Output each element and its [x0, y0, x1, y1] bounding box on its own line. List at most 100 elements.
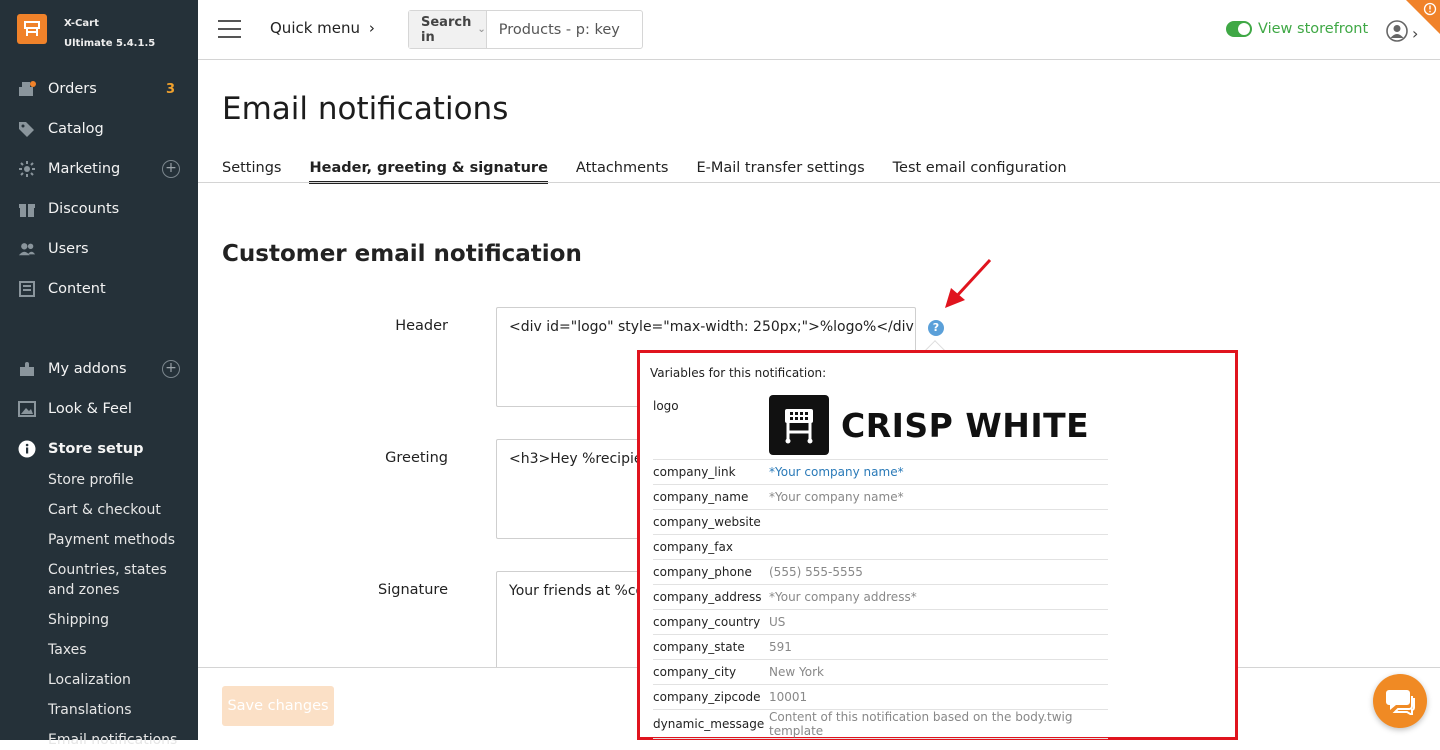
image-icon	[18, 400, 36, 418]
table-row: company_city New York	[653, 659, 1108, 685]
info-icon	[18, 440, 36, 458]
orders-count-badge: 3	[165, 81, 175, 97]
users-icon	[18, 240, 36, 258]
sidebar-item-marketing[interactable]: Marketing +	[0, 149, 198, 189]
table-row: company_state 591	[653, 634, 1108, 660]
table-row: company_name *Your company name*	[653, 484, 1108, 510]
variable-value-link[interactable]: *Your company name*	[769, 459, 1108, 485]
tabs-divider	[198, 182, 1440, 183]
tag-icon	[18, 120, 36, 138]
brand-name: X-Cart	[64, 18, 99, 29]
tab-settings[interactable]: Settings	[222, 160, 281, 184]
tab-email-transfer-settings[interactable]: E-Mail transfer settings	[696, 160, 864, 184]
variable-name: company_fax	[653, 534, 769, 560]
sidebar-subitem-email-notifications[interactable]: Email notifications	[48, 730, 177, 750]
company-logo: CRISP WHITE	[769, 395, 1108, 455]
tab-header-greeting-signature[interactable]: Header, greeting & signature	[309, 160, 548, 184]
variable-name: logo	[653, 395, 769, 460]
add-addon-icon[interactable]: +	[162, 360, 180, 378]
popup-title: Variables for this notification:	[650, 366, 827, 380]
sidebar: X-Cart Ultimate 5.4.1.5 Orders 3 Catalog…	[0, 0, 198, 748]
gift-icon	[18, 200, 36, 218]
table-row: company_address *Your company address*	[653, 584, 1108, 610]
help-question-icon[interactable]: ?	[928, 320, 944, 336]
table-row: dynamic_message Content of this notifica…	[653, 709, 1108, 739]
search-in-label: Search in	[421, 14, 472, 45]
quick-menu-label: Quick menu	[270, 19, 361, 37]
sidebar-item-label: Look & Feel	[48, 401, 132, 417]
sidebar-subitem-store-profile[interactable]: Store profile	[48, 470, 134, 490]
puzzle-icon	[18, 360, 36, 378]
chat-support-icon[interactable]	[1373, 674, 1427, 728]
table-row: company_phone (555) 555-5555	[653, 559, 1108, 585]
search-in-dropdown[interactable]: Search in ⌄	[409, 11, 487, 48]
sidebar-item-label: My addons	[48, 361, 127, 377]
variable-name: company_country	[653, 609, 769, 635]
signature-label: Signature	[378, 582, 448, 598]
sidebar-subitem-shipping[interactable]: Shipping	[48, 610, 109, 630]
variable-value: 10001	[769, 684, 1108, 710]
section-title: Customer email notification	[222, 241, 582, 267]
sidebar-subitem-payment-methods[interactable]: Payment methods	[48, 530, 175, 550]
sidebar-item-catalog[interactable]: Catalog	[0, 109, 198, 149]
chevron-right-icon: ›	[368, 19, 375, 37]
sidebar-item-look-feel[interactable]: Look & Feel	[0, 389, 198, 429]
sidebar-subitem-localization[interactable]: Localization	[48, 670, 131, 690]
page-title: Email notifications	[222, 91, 509, 127]
hamburger-menu-icon[interactable]	[218, 20, 241, 38]
sidebar-item-discounts[interactable]: Discounts	[0, 189, 198, 229]
sidebar-subitem-label: Countries, states	[48, 562, 167, 578]
sidebar-subitem-taxes[interactable]: Taxes	[48, 640, 87, 660]
sidebar-item-users[interactable]: Users	[0, 229, 198, 269]
content-icon	[18, 280, 36, 298]
variable-value	[769, 509, 1108, 535]
view-storefront-label: View storefront	[1258, 21, 1369, 37]
table-row: company_website	[653, 509, 1108, 535]
sidebar-subitem-countries[interactable]: Countries, states and zones	[48, 560, 167, 600]
greeting-label: Greeting	[385, 450, 448, 466]
save-changes-button[interactable]: Save changes	[222, 686, 334, 726]
brand-version: Ultimate 5.4.1.5	[64, 38, 156, 49]
sidebar-subitem-translations[interactable]: Translations	[48, 700, 132, 720]
xcart-logo-icon	[17, 14, 47, 44]
variable-value: 591	[769, 634, 1108, 660]
sidebar-subitem-label: and zones	[48, 582, 120, 598]
tabs: Settings Header, greeting & signature At…	[222, 160, 1095, 184]
brand[interactable]: X-Cart Ultimate 5.4.1.5	[0, 0, 198, 60]
user-avatar-icon	[1386, 20, 1408, 46]
sidebar-item-store-setup[interactable]: Store setup	[0, 429, 198, 469]
variable-value: New York	[769, 659, 1108, 685]
add-marketing-icon[interactable]: +	[162, 160, 180, 178]
storefront-toggle[interactable]	[1226, 21, 1252, 37]
sidebar-item-label: Store setup	[48, 441, 144, 457]
notification-corner-badge[interactable]	[1406, 0, 1440, 34]
topbar: Quick menu › Search in ⌄ View storefront…	[198, 0, 1440, 60]
table-row: company_zipcode 10001	[653, 684, 1108, 710]
header-label: Header	[395, 318, 448, 334]
crisp-white-logo-icon	[769, 395, 829, 455]
variable-value: US	[769, 609, 1108, 635]
search-input[interactable]	[486, 11, 680, 48]
sidebar-item-label: Catalog	[48, 121, 104, 137]
quick-menu-button[interactable]: Quick menu ›	[270, 19, 375, 37]
sidebar-item-my-addons[interactable]: My addons +	[0, 349, 198, 389]
view-storefront-link[interactable]: View storefront	[1226, 21, 1368, 37]
sidebar-item-label: Discounts	[48, 201, 120, 217]
table-row: logo CRISP WHITE	[653, 395, 1108, 460]
marketing-icon	[18, 160, 36, 178]
table-row: company_fax	[653, 534, 1108, 560]
variable-name: company_name	[653, 484, 769, 510]
sidebar-item-content[interactable]: Content	[0, 269, 198, 309]
sidebar-subitem-cart-checkout[interactable]: Cart & checkout	[48, 500, 161, 520]
table-row: company_country US	[653, 609, 1108, 635]
sidebar-item-orders[interactable]: Orders 3	[0, 69, 198, 109]
variable-value: *Your company name*	[769, 484, 1108, 510]
variable-value: (555) 555-5555	[769, 559, 1108, 585]
variable-name: company_zipcode	[653, 684, 769, 710]
search-box: Search in ⌄	[408, 10, 680, 49]
chevron-down-icon: ⌄	[477, 24, 486, 35]
tab-test-email-configuration[interactable]: Test email configuration	[893, 160, 1067, 184]
tab-attachments[interactable]: Attachments	[576, 160, 669, 184]
variable-name: company_link	[653, 459, 769, 485]
sidebar-item-label: Content	[48, 281, 106, 297]
